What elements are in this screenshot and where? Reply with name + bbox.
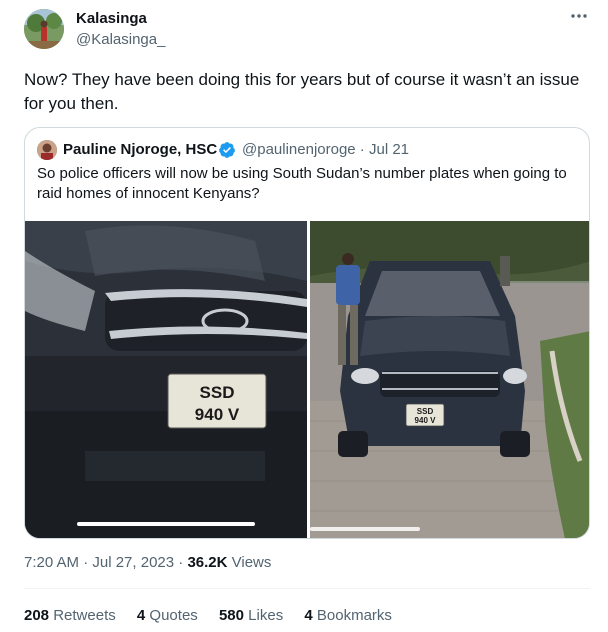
- quotes-count: 4: [136, 607, 146, 624]
- car-closeup-image: SSD 940 V: [25, 221, 307, 538]
- retweets-count: 208: [24, 607, 50, 624]
- bookmarks-count: 4: [304, 607, 313, 624]
- tweet-text: Now? They have been doing this for years…: [24, 70, 580, 113]
- author-name[interactable]: Kalasinga: [76, 10, 147, 27]
- more-horizontal-icon: [571, 14, 587, 18]
- more-options-button[interactable]: [568, 8, 590, 28]
- author-handle[interactable]: @Kalasinga_: [76, 31, 165, 48]
- tweet-stats: 208 Retweets 4 Quotes 580 Likes 4 Bookma…: [24, 607, 409, 624]
- likes-stat[interactable]: 580 Likes: [219, 607, 283, 624]
- license-plate-left: SSD 940 V: [167, 373, 267, 429]
- license-plate-right: SSD 940 V: [405, 403, 445, 427]
- likes-count: 580: [218, 607, 244, 624]
- tweet: Kalasinga @Kalasinga_ Now? They have bee…: [0, 0, 608, 632]
- author-avatar[interactable]: [24, 9, 64, 49]
- divider: [24, 588, 590, 589]
- verified-badge-icon: [219, 142, 235, 158]
- plate-line2-right: 940 V: [415, 416, 437, 425]
- tweet-timestamp[interactable]: 7:20 AM · Jul 27, 2023 ·: [24, 554, 187, 571]
- quoted-author-avatar[interactable]: [37, 140, 57, 160]
- quoted-tweet[interactable]: Pauline Njoroge, HSC @paulinenjoroge · J…: [24, 127, 590, 539]
- retweets-label: Retweets: [53, 607, 116, 624]
- avatar-image: [24, 9, 64, 49]
- plate-line1-left: SSD: [200, 383, 235, 402]
- likes-label: Likes: [248, 607, 284, 624]
- quoted-photo-1[interactable]: SSD 940 V: [25, 221, 307, 538]
- quotes-label: Quotes: [149, 607, 198, 624]
- bookmarks-stat[interactable]: 4 Bookmarks: [304, 607, 392, 624]
- bookmarks-label: Bookmarks: [316, 607, 392, 624]
- quoted-handle-date[interactable]: @paulinenjoroge · Jul 21: [242, 141, 409, 158]
- plate-line2-left: 940 V: [195, 405, 240, 424]
- quoted-author-name[interactable]: Pauline Njoroge, HSC: [63, 141, 217, 158]
- views-count: 36.2K: [187, 554, 228, 571]
- car-driveway-image: SSD 940 V: [310, 221, 589, 538]
- retweets-stat[interactable]: 208 Retweets: [24, 607, 116, 624]
- quoted-photo-2[interactable]: SSD 940 V: [310, 221, 589, 538]
- quoted-avatar-image: [37, 140, 57, 160]
- quotes-stat[interactable]: 4 Quotes: [137, 607, 198, 624]
- quoted-tweet-text: So police officers will now be using Sou…: [37, 165, 567, 202]
- plate-line1-right: SSD: [417, 407, 434, 416]
- views-label: Views: [227, 554, 272, 571]
- tweet-meta: 7:20 AM · Jul 27, 2023 · 36.2K Views: [24, 554, 271, 571]
